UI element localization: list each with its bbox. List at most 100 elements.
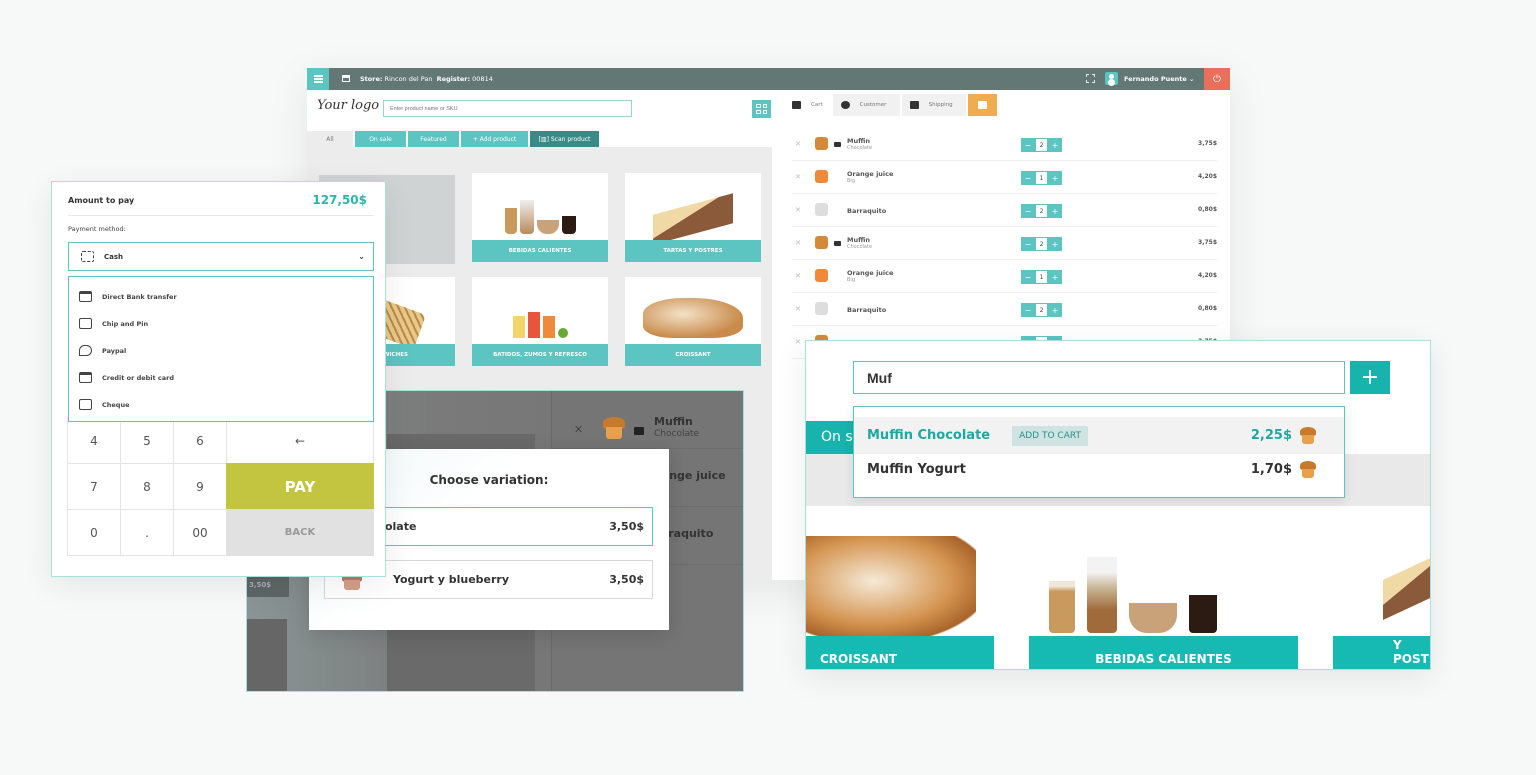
note-icon[interactable] — [834, 142, 841, 147]
keypad-key[interactable]: 0 — [67, 509, 121, 556]
product-search-input[interactable] — [383, 100, 632, 117]
keypad-key[interactable]: 7 — [67, 463, 121, 510]
add-to-cart-button[interactable]: ADD TO CART — [1012, 425, 1088, 446]
cart-list: ✕ Muffin Chocolate −2 +3,75$ ✕ Orange juice Big… — [792, 128, 1217, 359]
quantity-value[interactable]: 2 — [1035, 204, 1048, 218]
remove-item-button[interactable]: ✕ — [795, 206, 801, 214]
category-card[interactable]: CROISSANT — [806, 506, 994, 669]
quantity-stepper: −2+ — [1021, 237, 1062, 251]
category-card[interactable]: BEBIDAS CALIENTES — [1029, 506, 1298, 669]
cart-item: ✕ Muffin Chocolate −2 +3,75$ — [792, 227, 1217, 260]
back-button[interactable]: BACK — [226, 509, 374, 556]
quantity-stepper: −1 + — [1021, 270, 1062, 284]
item-price: 3,75$ — [1198, 239, 1217, 246]
keypad-key[interactable]: . — [120, 509, 174, 556]
increase-button[interactable]: + — [1048, 171, 1062, 185]
selected-method: Cash — [104, 252, 124, 261]
fullscreen-icon[interactable] — [1086, 74, 1095, 83]
method-chip-pin[interactable]: Chip and Pin — [69, 310, 373, 337]
remove-item-button[interactable]: ✕ — [795, 239, 801, 247]
decrease-button[interactable]: − — [1021, 138, 1035, 152]
decrease-button[interactable]: − — [1021, 171, 1035, 185]
method-card[interactable]: Credit or debit card — [69, 364, 373, 391]
muffin-icon — [815, 236, 828, 249]
register-id: 00814 — [472, 75, 493, 83]
category-card[interactable]: TARTAS Y POSTRES — [625, 173, 761, 262]
decrease-button[interactable]: − — [1021, 204, 1035, 218]
keypad-key[interactable]: 00 — [173, 509, 227, 556]
search-result[interactable]: Muffin Yogurt 1,70$ — [854, 451, 1344, 488]
backspace-key[interactable]: ← — [226, 417, 374, 464]
quantity-stepper: −2+ — [1021, 204, 1062, 218]
category-label: BEBIDAS CALIENTES — [472, 240, 608, 262]
pay-button[interactable]: PAY — [226, 463, 374, 510]
decrease-button[interactable]: − — [1021, 270, 1035, 284]
increase-button[interactable]: + — [1048, 270, 1062, 284]
quantity-value[interactable]: 1 — [1035, 171, 1048, 185]
cart-icon — [792, 101, 801, 109]
keypad-key[interactable]: 8 — [120, 463, 174, 510]
category-card[interactable]: BEBIDAS CALIENTES — [472, 173, 608, 262]
decrease-button[interactable]: − — [1021, 303, 1035, 317]
quantity-value[interactable]: 2 — [1035, 138, 1048, 152]
payment-method-list: Direct Bank transfer Chip and Pin Paypal… — [68, 276, 374, 422]
add-product-button[interactable]: + Add product — [461, 131, 528, 147]
tab-label: Customer — [859, 102, 887, 108]
remove-item-button[interactable]: ✕ — [795, 173, 801, 181]
tab-all[interactable]: All — [307, 131, 353, 147]
keypad-key[interactable]: 9 — [173, 463, 227, 510]
store-icon — [342, 75, 350, 82]
quantity-stepper: −1 + — [1021, 171, 1062, 185]
increase-button[interactable]: + — [1048, 237, 1062, 251]
category-card[interactable]: BATIDOS, ZUMOS Y REFRESCO — [472, 277, 608, 366]
bank-icon — [79, 291, 92, 302]
cake-image — [1383, 552, 1430, 620]
remove-item-button[interactable]: ✕ — [795, 140, 801, 148]
power-icon: ⏻ — [1213, 73, 1221, 85]
category-label: BATIDOS, ZUMOS Y REFRESCO — [472, 344, 608, 366]
remove-item-button[interactable]: ✕ — [795, 338, 801, 346]
grid-view-button[interactable] — [752, 100, 771, 118]
tab-shipping[interactable]: Shipping — [901, 94, 966, 116]
increase-button[interactable]: + — [1048, 138, 1062, 152]
keypad-key[interactable]: 6 — [173, 417, 227, 464]
category-card[interactable]: CROISSANT — [625, 277, 761, 366]
category-card[interactable]: TARTAS Y POSTRES — [1333, 506, 1430, 669]
product-search-input[interactable] — [853, 361, 1345, 394]
scan-product-button[interactable]: [▥] Scan product — [530, 131, 599, 147]
note-icon[interactable] — [834, 241, 841, 246]
result-price: 1,70$ — [1250, 462, 1292, 477]
keypad-key[interactable]: 5 — [120, 417, 174, 464]
tab-featured[interactable]: Featured — [408, 131, 459, 147]
tab-on-sale[interactable]: On sale — [355, 131, 406, 147]
amount-value: 127,50$ — [312, 193, 367, 207]
method-cheque[interactable]: Cheque — [69, 391, 373, 418]
method-paypal[interactable]: Paypal — [69, 337, 373, 364]
power-button[interactable]: ⏻ — [1204, 68, 1230, 90]
cart-item: ✕ Barraquito −2 +0,80$ — [792, 293, 1217, 326]
increase-button[interactable]: + — [1048, 303, 1062, 317]
quantity-value[interactable]: 2 — [1035, 303, 1048, 317]
tab-customer[interactable]: Customer — [832, 94, 900, 116]
item-price: 0,80$ — [1198, 206, 1217, 213]
menu-button[interactable] — [307, 68, 329, 90]
decrease-button[interactable]: − — [1021, 237, 1035, 251]
result-name: Muffin Chocolate — [867, 428, 991, 443]
method-bank-transfer[interactable]: Direct Bank transfer — [69, 283, 373, 310]
quantity-value[interactable]: 1 — [1035, 270, 1048, 284]
keypad-key[interactable]: 4 — [67, 417, 121, 464]
user-menu[interactable]: Fernando Puente ⌄ — [1124, 75, 1194, 83]
result-price: 2,25$ — [1250, 428, 1292, 443]
cart-alert-button[interactable] — [967, 94, 997, 116]
increase-button[interactable]: + — [1048, 204, 1062, 218]
user-avatar[interactable] — [1105, 72, 1118, 85]
payment-method-select[interactable]: Cash ⌄ — [68, 242, 374, 271]
remove-item-button[interactable]: ✕ — [795, 305, 801, 313]
quantity-value[interactable]: 2 — [1035, 237, 1048, 251]
remove-item-button[interactable]: ✕ — [795, 272, 801, 280]
item-variant: Big — [847, 178, 855, 184]
tab-cart[interactable]: Cart — [784, 94, 831, 116]
search-result[interactable]: Muffin Chocolate ADD TO CART 2,25$ — [854, 417, 1344, 454]
add-button[interactable]: + — [1350, 361, 1390, 394]
plus-icon: + — [1360, 365, 1380, 390]
